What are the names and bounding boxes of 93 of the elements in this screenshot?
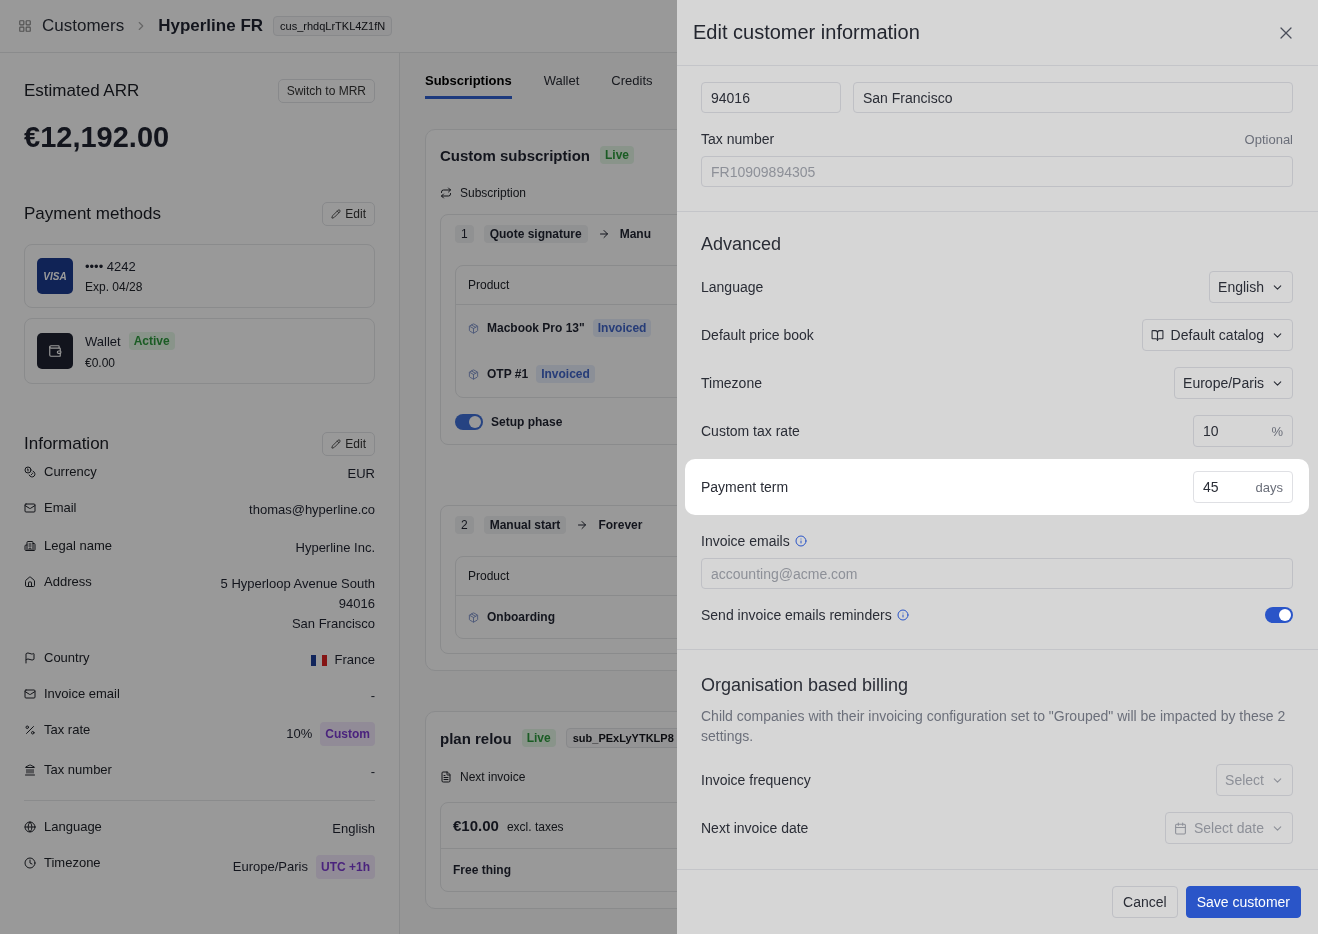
cancel-button[interactable]: Cancel: [1112, 886, 1178, 918]
drawer-title: Edit customer information: [693, 21, 920, 44]
section-title: Organisation based billing: [701, 675, 910, 696]
info-value: Hyperline Inc.: [295, 539, 375, 557]
breadcrumb-link[interactable]: Customers: [42, 16, 125, 36]
info-label: Country: [44, 650, 90, 665]
phase-number: 1: [455, 225, 474, 243]
info-value: France: [334, 651, 375, 669]
breadcrumb-current: Hyperline FR: [158, 16, 264, 36]
tab[interactable]: Credits: [611, 67, 653, 99]
info-value: EUR: [347, 465, 375, 483]
section-title: Information: [24, 434, 110, 454]
number-value: 10: [1203, 423, 1243, 439]
status-badge: Live: [521, 729, 556, 747]
setting-label: Invoice frequency: [701, 772, 811, 788]
status-badge: Active: [128, 332, 175, 350]
phase-end: Forever: [598, 518, 643, 532]
phase-start: Manual start: [483, 516, 567, 534]
payment-method-title: Wallet: [85, 333, 121, 349]
field-label: Tax number: [701, 131, 775, 147]
phase-number: 2: [455, 516, 474, 534]
info-label: Currency: [44, 464, 97, 479]
setting-label: Default price book: [701, 327, 814, 343]
invoiced-badge: Invoiced: [592, 319, 652, 337]
payment-method-title: •••• 4242: [85, 258, 136, 274]
toggle-label: Setup phase: [491, 415, 563, 429]
switch-button[interactable]: Switch to MRR: [277, 79, 375, 103]
edit-button[interactable]: Edit: [322, 202, 375, 226]
invoice-amount: €10.00: [453, 817, 499, 834]
number-field[interactable]: 10 %: [1193, 415, 1293, 447]
product-name: Onboarding: [487, 610, 555, 624]
tab[interactable]: Subscriptions: [425, 67, 512, 99]
setting-label: Timezone: [701, 375, 762, 391]
postcode-field[interactable]: 94016: [701, 82, 841, 113]
info-label: Tax rate: [44, 722, 91, 737]
info-label: Legal name: [44, 538, 112, 553]
info-value: Europe/Paris: [232, 858, 308, 876]
select-field[interactable]: English: [1209, 271, 1293, 303]
section-label: Subscription: [460, 186, 527, 200]
optional-hint: Optional: [1244, 131, 1293, 147]
payment-method-subtitle: Exp. 04/28: [85, 279, 143, 294]
tax-number-field[interactable]: FR10909894305: [701, 156, 1293, 187]
invoice-line: Free thing: [452, 862, 512, 879]
payment-method-subtitle: €0.00: [85, 356, 117, 370]
section-title: Payment methods: [24, 204, 161, 224]
subscription-id-tag: sub_PExLyYTKLP8: [565, 728, 677, 748]
info-value: 5 Hyperloop Avenue South 94016 San Francisco: [220, 575, 375, 633]
info-value: 10%: [286, 725, 313, 743]
customer-id-tag: cus_rhdqLrTKL4Z1fN: [273, 16, 393, 36]
edit-button[interactable]: Edit: [322, 432, 375, 456]
phase-end: Manu: [619, 227, 652, 241]
setting-label: Send invoice emails reminders: [701, 607, 892, 623]
info-label: Invoice email: [44, 686, 120, 701]
field-label: Invoice emails: [701, 533, 790, 549]
section-description: Child companies with their invoicing configuration set to "Grouped" will be impacted by these 2 settings.: [701, 707, 1287, 746]
invoice-emails-field[interactable]: accounting@acme.com: [701, 558, 1293, 589]
arr-amount: €12,192.00: [24, 121, 171, 154]
number-field[interactable]: 45 days: [1193, 471, 1293, 503]
number-value: 45: [1203, 479, 1243, 495]
unit-label: days: [1255, 479, 1283, 495]
info-label: Language: [44, 819, 102, 834]
setting-label: Custom tax rate: [701, 423, 800, 439]
tab[interactable]: Wallet: [543, 67, 580, 99]
subscription-name: plan relou: [440, 729, 512, 747]
invoiced-badge: Invoiced: [536, 365, 595, 383]
subscription-name: Custom subscription: [440, 146, 590, 164]
setting-label: Language: [701, 279, 764, 295]
info-value: -: [370, 687, 375, 705]
section-label: Next invoice: [460, 770, 526, 784]
unit-label: %: [1271, 423, 1283, 439]
info-badge: UTC +1h: [316, 855, 375, 879]
city-field[interactable]: San Francisco: [853, 82, 1293, 113]
info-label: Email: [44, 500, 77, 515]
select-field[interactable]: Default catalog: [1141, 319, 1293, 351]
info-label: Timezone: [44, 855, 101, 870]
section-title: Estimated ARR: [24, 81, 140, 101]
info-label: Address: [44, 574, 92, 589]
product-name: Macbook Pro 13": [487, 321, 585, 335]
info-value: -: [370, 763, 375, 781]
card-logo: VISA: [37, 258, 73, 294]
save-button[interactable]: Save customer: [1185, 886, 1301, 918]
info-label: Tax number: [44, 762, 112, 777]
select-field[interactable]: Europe/Paris: [1174, 367, 1293, 399]
invoice-note: excl. taxes: [506, 820, 564, 834]
info-badge: Custom: [320, 722, 375, 746]
phase-start: Quote signature: [483, 225, 588, 243]
setting-label: Payment term: [701, 479, 789, 495]
section-title: Advanced: [701, 234, 783, 255]
setting-label: Next invoice date: [701, 820, 809, 836]
status-badge: Live: [600, 146, 635, 164]
product-name: OTP #1: [487, 367, 529, 381]
info-value: English: [332, 820, 375, 838]
info-value: thomas@hyperline.co: [249, 501, 375, 519]
